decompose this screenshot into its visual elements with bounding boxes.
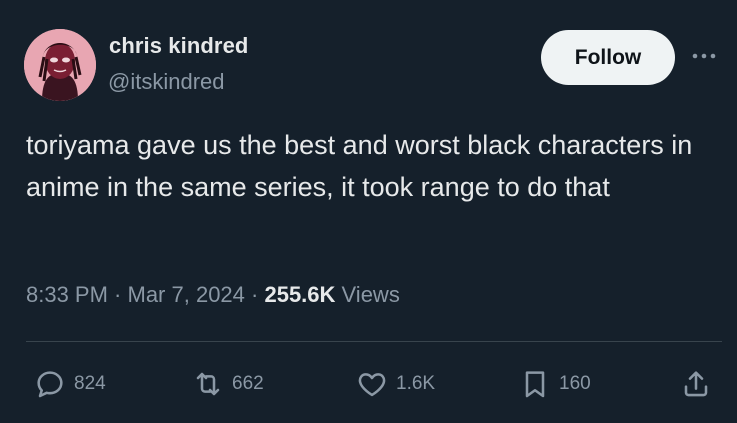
- tweet-meta: 8:33 PM · Mar 7, 2024 · 255.6K Views: [26, 282, 400, 308]
- repost-count: 662: [232, 373, 264, 394]
- meta-separator: ·: [244, 282, 265, 307]
- tweet-date[interactable]: Mar 7, 2024: [128, 282, 245, 307]
- reply-count: 824: [74, 373, 106, 394]
- like-icon: [358, 373, 386, 397]
- tweet-text: toriyama gave us the best and worst blac…: [26, 130, 693, 202]
- like-count: 1.6K: [396, 373, 436, 394]
- bookmark-button[interactable]: 160: [519, 366, 591, 402]
- bookmark-icon: [525, 371, 545, 398]
- divider: [26, 341, 722, 342]
- more-icon[interactable]: [690, 48, 718, 64]
- share-icon: [684, 371, 708, 397]
- share-button[interactable]: [680, 366, 712, 402]
- display-name[interactable]: chris kindred: [109, 33, 248, 59]
- reply-button[interactable]: 824: [34, 366, 106, 402]
- like-button[interactable]: 1.6K: [356, 366, 435, 402]
- views-count[interactable]: 255.6K: [264, 282, 335, 307]
- avatar[interactable]: [24, 29, 96, 101]
- repost-button[interactable]: 662: [192, 366, 264, 402]
- meta-separator: ·: [107, 282, 128, 307]
- tweet-time[interactable]: 8:33 PM: [26, 282, 108, 307]
- views-label: Views: [335, 282, 400, 307]
- reply-icon: [37, 371, 63, 398]
- follow-button[interactable]: Follow: [541, 30, 675, 85]
- user-handle[interactable]: @itskindred: [108, 69, 225, 95]
- bookmark-count: 160: [559, 373, 591, 394]
- repost-icon: [196, 372, 220, 396]
- avatar-illustration: [24, 29, 96, 101]
